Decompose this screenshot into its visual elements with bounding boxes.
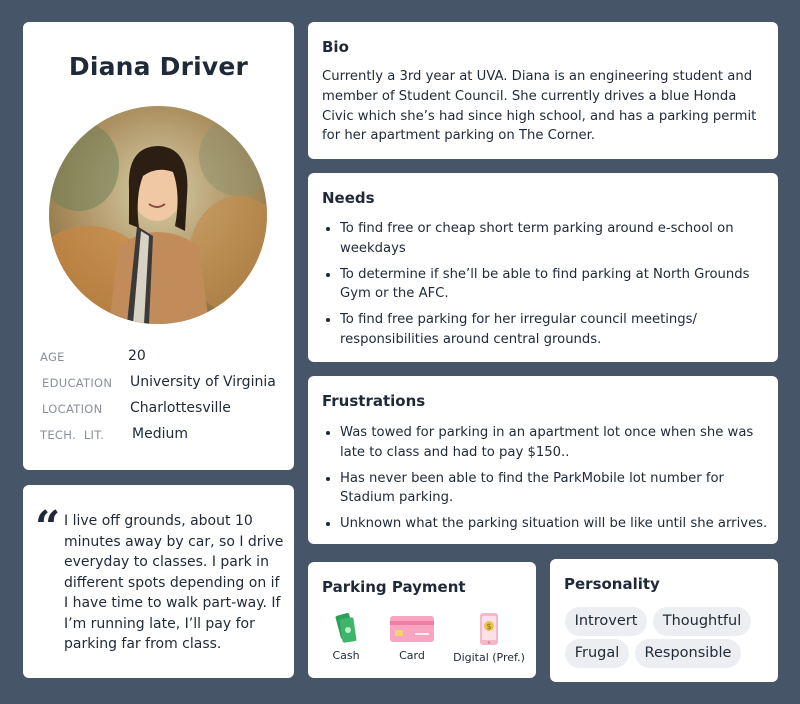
list-item: Has never been able to find the ParkMobi… [340,469,780,509]
age-value: 20 [128,348,146,364]
quote-icon: “ [35,502,61,553]
list-item: Unknown what the parking situation will … [340,514,780,534]
payment-card-label: Card [399,649,425,662]
location-label: LOCATION [42,402,103,416]
payment-cash-label: Cash [332,649,360,662]
credit-card-icon [390,616,434,642]
personality-title: Personality [564,575,660,593]
location-value: Charlottesville [130,400,231,416]
payment-title: Parking Payment [322,578,466,596]
personality-tag: Responsible [635,639,741,668]
payment-digital-label: Digital (Pref.) [453,651,525,664]
list-item: To find free or cheap short term parking… [340,219,770,259]
tech-literacy-label: TECH. LIT. [40,428,105,442]
phone-icon: $ [480,613,498,645]
frustrations-title: Frustrations [322,392,426,410]
payment-card-item: Card [386,612,438,662]
payment-cash: Cash [326,612,366,662]
personality-tag: Frugal [565,639,629,668]
svg-text:$: $ [486,622,491,631]
education-value: University of Virginia [130,374,276,390]
tech-literacy-value: Medium [132,426,188,442]
bio-text: Currently a 3rd year at UVA. Diana is an… [322,69,757,144]
payment-digital: $ Digital (Pref.) [452,612,526,664]
personality-tag: Thoughtful [653,607,751,636]
education-label: EDUCATION [42,376,113,390]
needs-list: To find free or cheap short term parking… [322,219,770,356]
needs-title: Needs [322,189,375,207]
bio-title: Bio [322,38,349,56]
persona-photo [49,106,267,324]
persona-name: Diana Driver [68,52,249,81]
personality-tag: Introvert [565,607,647,636]
quote-text: I live off grounds, about 10 minutes awa… [64,513,284,652]
list-item: Was towed for parking in an apartment lo… [340,423,780,463]
frustrations-list: Was towed for parking in an apartment lo… [322,423,780,540]
age-label: AGE [40,350,65,364]
cash-icon [335,613,357,643]
list-item: To find free parking for her irregular c… [340,310,770,350]
list-item: To determine if she’ll be able to find p… [340,265,770,305]
